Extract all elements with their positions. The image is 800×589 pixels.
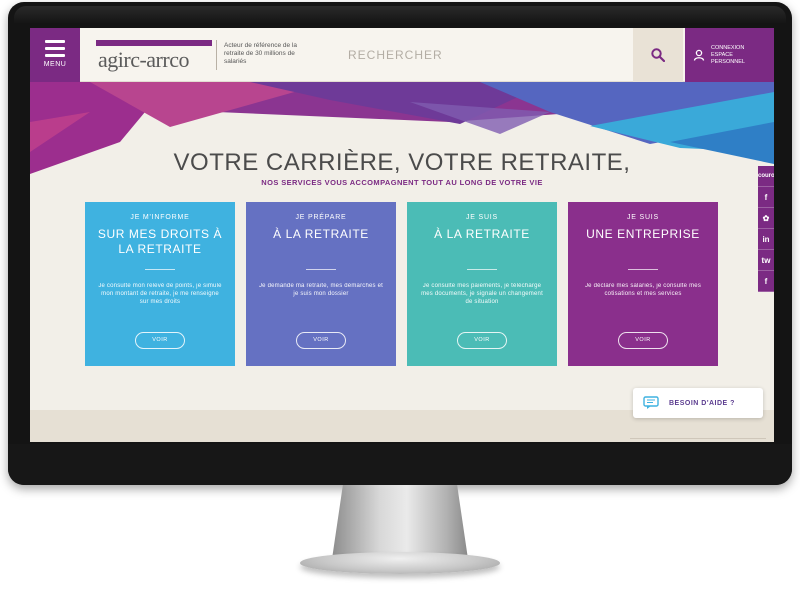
twitter-icon[interactable]: tw (758, 250, 774, 271)
logo-divider (216, 40, 217, 70)
monitor-stand (332, 485, 468, 559)
hero-section: VOTRE CARRIÈRE, VOTRE RETRAITE, NOS SERV… (30, 82, 774, 410)
card-kicker: JE SUIS (626, 214, 660, 221)
card-description: Je demande ma retraite, mes démarches et… (258, 283, 384, 297)
hero-subtitle: NOS SERVICES VOUS ACCOMPAGNENT TOUT AU L… (261, 178, 543, 187)
social-sidebar: couronne f ✿ in tw f (758, 166, 774, 292)
monitor-chin (8, 444, 792, 485)
site-header: MENU agirc-arrco Acteur de référence de … (30, 28, 774, 82)
card-retired[interactable]: JE SUIS À LA RETRAITE Je consulte mes pa… (407, 202, 557, 366)
card-divider (145, 269, 175, 270)
card-cta-button[interactable]: VOIR (618, 332, 668, 349)
user-icon (693, 49, 705, 61)
site-logo[interactable]: agirc-arrco (96, 40, 212, 72)
help-label: BESOIN D'AIDE ? (669, 399, 735, 407)
card-kicker: JE PRÉPARE (295, 214, 347, 221)
website-screen: MENU agirc-arrco Acteur de référence de … (30, 28, 774, 442)
menu-button[interactable]: MENU (30, 28, 80, 82)
facebook-icon[interactable]: f (758, 187, 774, 208)
card-title: SUR MES DROITS À LA RETRAITE (97, 227, 223, 256)
chat-icon (643, 396, 659, 409)
card-cta-button[interactable]: VOIR (135, 332, 185, 349)
card-title: À LA RETRAITE (434, 227, 530, 241)
card-description: Je consulte mes paiements, je télécharge… (421, 283, 543, 305)
search-button[interactable] (633, 28, 683, 82)
crown-icon[interactable]: couronne (758, 166, 774, 187)
search-icon (651, 48, 665, 62)
card-description: Je consulte mon relevé de points, je sim… (98, 283, 222, 305)
linkedin-icon[interactable]: in (758, 229, 774, 250)
search-input[interactable] (328, 28, 618, 82)
account-button[interactable]: CONNEXION ESPACE PERSONNEL (685, 28, 774, 82)
facebook-icon[interactable]: f (758, 271, 774, 292)
card-kicker: JE SUIS (465, 214, 499, 221)
card-cta-button[interactable]: VOIR (457, 332, 507, 349)
card-prepare[interactable]: JE PRÉPARE À LA RETRAITE Je demande ma r… (246, 202, 396, 366)
service-cards: JE M'INFORME SUR MES DROITS À LA RETRAIT… (85, 202, 725, 366)
card-company[interactable]: JE SUIS UNE ENTREPRISE Je déclare mes sa… (568, 202, 718, 366)
hero-title: VOTRE CARRIÈRE, VOTRE RETRAITE, (173, 149, 631, 176)
site-tagline: Acteur de référence de la retraite de 30… (224, 42, 297, 65)
card-cta-button[interactable]: VOIR (296, 332, 346, 349)
logo-wordmark: agirc-arrco (98, 47, 189, 72)
card-rights[interactable]: JE M'INFORME SUR MES DROITS À LA RETRAIT… (85, 202, 235, 366)
menu-label: MENU (43, 61, 67, 68)
card-divider (306, 269, 336, 270)
card-divider (628, 269, 658, 270)
account-label: CONNEXION ESPACE PERSONNEL (711, 44, 745, 65)
help-button[interactable]: BESOIN D'AIDE ? (633, 388, 763, 418)
monitor-stand-base (300, 552, 500, 574)
bezel-highlight (14, 6, 786, 24)
footer-divider (630, 438, 766, 439)
card-title: À LA RETRAITE (273, 227, 369, 241)
card-description: Je déclare mes salariés, je consulte mes… (584, 283, 702, 297)
hamburger-icon (45, 40, 65, 57)
card-divider (467, 269, 497, 270)
card-title: UNE ENTREPRISE (586, 227, 700, 241)
card-kicker: JE M'INFORME (130, 214, 190, 221)
flower-icon[interactable]: ✿ (758, 208, 774, 229)
logo-band (96, 40, 212, 46)
